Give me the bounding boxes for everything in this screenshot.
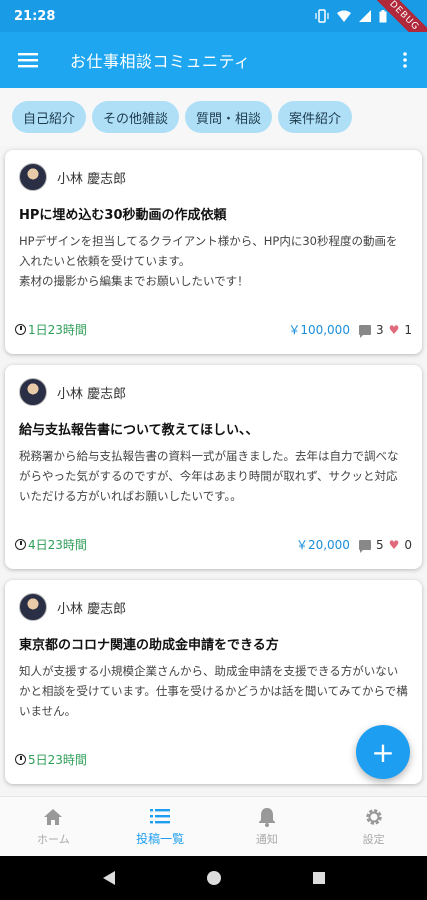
nav-label: ホーム [37,832,70,846]
gear-icon [364,807,384,827]
price: ￥100,000 [288,323,350,337]
post-title: HPに埋め込む30秒動画の作成依頼 [19,208,227,223]
post-footer: 5日23時間 [15,751,412,768]
avatar [19,378,47,406]
deadline-text: 1日23時間 [28,323,87,337]
post-card[interactable]: 小林 慶志郎 HPに埋め込む30秒動画の作成依頼 HPデザインを担当してるクライ… [5,150,422,354]
post-body: HPデザインを担当してるクライアント様から、HP内に30秒程度の動画を入れたいと… [19,234,398,288]
category-chips: 自己紹介 その他雑談 質問・相談 案件紹介 [0,88,427,146]
post-footer: 1日23時間 ￥100,000 3 ♥ 1 [15,321,412,338]
more-options-button[interactable] [393,42,417,78]
app-bar: お仕事相談コミュニティ [0,32,427,88]
recents-icon[interactable] [312,871,326,885]
post-meta: ￥100,000 3 ♥ 1 [288,321,412,338]
post-title: 東京都のコロナ関連の助成金申請をできる方 [19,638,279,653]
post-meta: ￥20,000 5 ♥ 0 [296,536,412,553]
nav-settings[interactable]: 設定 [320,797,427,856]
heart-icon[interactable]: ♥ [389,538,400,552]
nav-home[interactable]: ホーム [0,797,107,856]
author-name: 小林 慶志郎 [57,386,127,402]
bell-icon [258,807,276,827]
chip-questions[interactable]: 質問・相談 [185,101,273,133]
like-count: 1 [404,322,412,337]
post-author: 小林 慶志郎 [19,592,408,622]
status-bar: 21:28 DEBUG [0,0,427,54]
deadline: 4日23時間 [15,536,87,553]
author-name: 小林 慶志郎 [57,601,127,617]
home-icon [43,807,63,827]
comment-count: 3 [375,322,384,337]
heart-icon[interactable]: ♥ [389,323,400,337]
clock-icon [15,754,26,765]
comment-icon [358,539,371,553]
hamburger-icon [18,53,38,68]
wifi-icon [337,10,351,22]
post-body: 税務署から給与支払報告書の資料一式が届きました。去年は自力で調べながらやった気が… [19,449,399,503]
nav-posts[interactable]: 投稿一覧 [107,797,214,856]
chip-job-introduction[interactable]: 案件紹介 [278,101,353,133]
list-icon [150,806,171,826]
comment-icon [358,324,371,338]
post-author: 小林 慶志郎 [19,377,408,407]
post-card[interactable]: 小林 慶志郎 給与支払報告書について教えてほしい、、 税務署から給与支払報告書の… [5,365,422,569]
deadline-text: 5日23時間 [28,753,87,767]
signal-icon [359,10,371,22]
chip-self-introduction[interactable]: 自己紹介 [12,101,87,133]
nav-label: 投稿一覧 [136,832,185,846]
back-icon[interactable] [102,870,116,886]
deadline: 5日23時間 [15,751,87,768]
chip-other-chat[interactable]: その他雑談 [92,101,180,133]
deadline-text: 4日23時間 [28,538,87,552]
status-icons [315,9,387,23]
post-author: 小林 慶志郎 [19,162,408,192]
home-circle-icon[interactable] [206,870,222,886]
vibrate-icon [315,9,329,23]
like-count: 0 [404,537,412,552]
post-title: 給与支払報告書について教えてほしい、、 [19,423,259,438]
menu-button[interactable] [10,42,46,78]
deadline: 1日23時間 [15,321,87,338]
clock-icon [15,539,26,550]
avatar [19,163,47,191]
nav-label: 設定 [362,832,385,846]
system-nav-bar [0,856,427,900]
nav-notifications[interactable]: 通知 [214,797,321,856]
post-body: 知人が支援する小規模企業さんから、助成金申請を支援できる方がいないかと相談を受け… [19,664,408,718]
author-name: 小林 慶志郎 [57,171,127,187]
more-vert-icon [403,52,407,68]
post-footer: 4日23時間 ￥20,000 5 ♥ 0 [15,536,412,553]
comment-count: 5 [375,537,384,552]
clock-icon [15,324,26,335]
new-post-button[interactable]: + [356,725,410,779]
battery-icon [379,9,387,22]
nav-label: 通知 [255,832,278,846]
page-title: お仕事相談コミュニティ [70,52,251,71]
bottom-nav: ホーム 投稿一覧 通知 設定 [0,796,427,856]
status-time: 21:28 [14,8,56,24]
price: ￥20,000 [295,538,350,552]
avatar [19,593,47,621]
